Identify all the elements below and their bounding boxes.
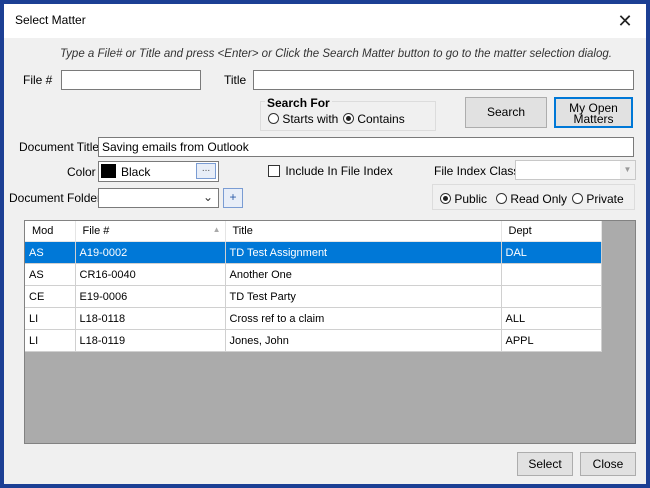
cell-title: TD Test Party	[225, 285, 502, 308]
title-label: Title	[224, 73, 247, 87]
chevron-down-icon: ⌄	[203, 190, 214, 204]
starts-with-label: Starts with	[282, 112, 339, 126]
include-in-file-index-check-icon	[268, 165, 280, 177]
title-input[interactable]	[253, 70, 634, 90]
file-number-label: File #	[23, 73, 53, 87]
include-in-file-index-checkbox[interactable]: Include In File Index	[268, 164, 393, 178]
cell-dept: DAL	[501, 241, 602, 264]
title-bar: Select Matter ✕	[4, 4, 646, 38]
contains-label: Contains	[357, 112, 405, 126]
cell-file-number: L18-0119	[75, 329, 226, 352]
select-button[interactable]: Select	[517, 452, 573, 476]
cell-file-number: CR16-0040	[75, 263, 226, 286]
private-radio-icon	[572, 193, 583, 204]
public-radio[interactable]: Public	[440, 192, 487, 206]
read-only-label: Read Only	[510, 192, 568, 206]
private-radio[interactable]: Private	[572, 192, 624, 206]
document-folder-label: Document Folder	[9, 191, 102, 205]
search-for-label: Search For	[265, 96, 332, 110]
instruction-text: Type a File# or Title and press <Enter> …	[60, 48, 612, 60]
document-folder-dropdown[interactable]: ⌄	[98, 188, 219, 208]
cell-dept	[501, 263, 602, 286]
column-header-file[interactable]: File # ▲	[75, 221, 226, 242]
cell-title: TD Test Assignment	[225, 241, 502, 264]
chevron-down-icon: ▼	[620, 161, 635, 179]
color-label: Color	[67, 165, 96, 179]
cell-mod: LI	[25, 329, 76, 352]
table-row[interactable]: AS CR16-0040 Another One	[25, 263, 602, 286]
contains-radio-icon	[343, 113, 354, 124]
column-header-mod[interactable]: Mod	[25, 221, 76, 242]
document-title-input[interactable]: Saving emails from Outlook	[98, 137, 634, 157]
starts-with-radio-icon	[268, 113, 279, 124]
cell-file-number: E19-0006	[75, 285, 226, 308]
cell-mod: LI	[25, 307, 76, 330]
read-only-radio[interactable]: Read Only	[496, 192, 567, 206]
contains-radio[interactable]: Contains	[343, 112, 405, 126]
starts-with-radio[interactable]: Starts with	[268, 112, 338, 126]
cell-file-number: L18-0118	[75, 307, 226, 330]
cell-title: Cross ref to a claim	[225, 307, 502, 330]
color-field[interactable]: Black ...	[98, 161, 219, 182]
private-label: Private	[586, 192, 624, 206]
read-only-radio-icon	[496, 193, 507, 204]
color-swatch	[101, 164, 116, 178]
select-matter-dialog: Select Matter ✕ Type a File# or Title an…	[4, 4, 646, 484]
close-icon[interactable]: ✕	[612, 8, 638, 34]
cell-mod: CE	[25, 285, 76, 308]
public-label: Public	[454, 192, 488, 206]
matters-grid[interactable]: Mod File # ▲ Title Dept AS A19-0002 TD Test…	[24, 220, 636, 444]
column-header-title[interactable]: Title	[225, 221, 502, 242]
cell-title: Another One	[225, 263, 502, 286]
table-row[interactable]: AS A19-0002 TD Test Assignment DAL	[25, 241, 602, 264]
sort-ascending-icon: ▲	[212, 225, 221, 234]
table-row[interactable]: LI L18-0119 Jones, John APPL	[25, 329, 602, 352]
cell-mod: AS	[25, 263, 76, 286]
column-header-dept[interactable]: Dept	[501, 221, 602, 242]
color-name: Black	[121, 165, 151, 179]
window-title: Select Matter	[15, 13, 86, 27]
my-open-matters-button[interactable]: My Open Matters	[554, 97, 633, 128]
close-button[interactable]: Close	[580, 452, 636, 476]
table-row[interactable]: CE E19-0006 TD Test Party	[25, 285, 602, 308]
include-in-file-index-label: Include In File Index	[285, 164, 393, 178]
cell-file-number: A19-0002	[75, 241, 226, 264]
public-radio-icon	[440, 193, 451, 204]
color-picker-button[interactable]: ...	[196, 163, 216, 179]
cell-title: Jones, John	[225, 329, 502, 352]
file-number-input[interactable]	[61, 70, 201, 90]
search-button[interactable]: Search	[465, 97, 547, 128]
add-folder-button[interactable]: +	[223, 188, 243, 208]
file-index-class-label: File Index Class	[434, 164, 520, 178]
table-row[interactable]: LI L18-0118 Cross ref to a claim ALL	[25, 307, 602, 330]
cell-mod: AS	[25, 241, 76, 264]
cell-dept	[501, 285, 602, 308]
file-index-class-dropdown[interactable]: ▼	[515, 160, 636, 180]
cell-dept: ALL	[501, 307, 602, 330]
document-title-label: Document Title	[19, 140, 100, 154]
cell-dept: APPL	[501, 329, 602, 352]
